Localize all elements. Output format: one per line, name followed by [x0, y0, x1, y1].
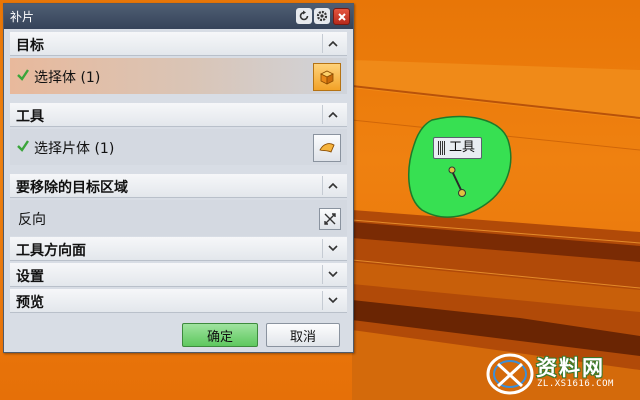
section-tool-header[interactable]: 工具 — [10, 103, 347, 127]
section-settings-header[interactable]: 设置 — [10, 263, 347, 287]
reverse-row: 反向 — [10, 200, 347, 236]
grip-icon — [438, 141, 446, 155]
section-target-title: 目标 — [16, 38, 44, 54]
chevron-down-icon[interactable] — [322, 291, 343, 310]
select-sheet-label: 选择片体 (1) — [34, 141, 115, 157]
watermark-title: 资料网 — [536, 356, 605, 380]
reset-icon[interactable] — [296, 8, 312, 24]
select-body-label: 选择体 (1) — [34, 70, 101, 86]
section-region-header[interactable]: 要移除的目标区域 — [10, 174, 347, 198]
cancel-button[interactable]: 取消 — [266, 323, 340, 347]
chevron-up-icon[interactable] — [322, 105, 343, 124]
dialog-footer: 确定 取消 — [4, 320, 353, 352]
chevron-up-icon[interactable] — [322, 176, 343, 195]
select-sheet-button[interactable] — [313, 134, 341, 162]
tool-callout-text: 工具 — [449, 140, 476, 155]
section-tool-direction-header[interactable]: 工具方向面 — [10, 237, 347, 261]
section-preview-header[interactable]: 预览 — [10, 289, 347, 313]
reverse-direction-icon — [324, 213, 336, 225]
reverse-button[interactable] — [319, 208, 341, 230]
xs-logo-icon — [486, 353, 534, 395]
sheet-body-tool[interactable] — [408, 115, 512, 218]
patch-dialog: 补片 目标 选择体 (1) 工具 选择片体 (1) 要移除的目标区域 反向 工具… — [3, 3, 354, 353]
section-preview-title: 预览 — [16, 295, 44, 311]
sheet-body-icon — [319, 143, 335, 153]
check-icon — [17, 140, 29, 152]
section-tool-title: 工具 — [16, 109, 44, 125]
close-icon[interactable] — [333, 8, 350, 25]
dialog-titlebar[interactable]: 补片 — [4, 4, 353, 29]
solid-body-icon — [320, 70, 334, 85]
section-target-header[interactable]: 目标 — [10, 32, 347, 56]
check-icon — [17, 69, 29, 81]
tool-callout-label: 工具 — [433, 137, 483, 159]
watermark: 资料网 ZL.XS1616.COM — [486, 352, 634, 396]
chevron-down-icon[interactable] — [322, 265, 343, 284]
chevron-down-icon[interactable] — [322, 239, 343, 258]
dialog-title: 补片 — [10, 10, 35, 24]
select-body-row[interactable]: 选择体 (1) — [10, 58, 347, 94]
select-body-button[interactable] — [313, 63, 341, 91]
ok-button[interactable]: 确定 — [182, 323, 258, 347]
reverse-label: 反向 — [18, 212, 46, 228]
select-sheet-row[interactable]: 选择片体 (1) — [10, 129, 347, 165]
section-region-title: 要移除的目标区域 — [16, 180, 128, 196]
chevron-up-icon[interactable] — [322, 34, 343, 53]
section-settings-title: 设置 — [16, 269, 44, 285]
watermark-url: ZL.XS1616.COM — [537, 379, 614, 389]
gear-icon[interactable] — [314, 8, 330, 24]
section-tool-direction-title: 工具方向面 — [16, 243, 86, 259]
